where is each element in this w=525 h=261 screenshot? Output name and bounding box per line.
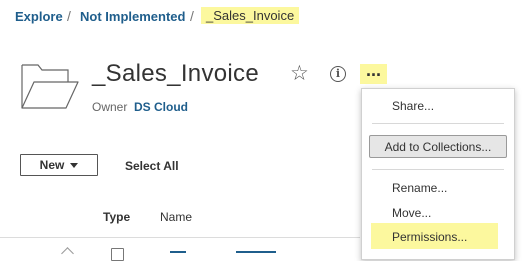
table-header-divider: [0, 237, 360, 238]
column-header-type[interactable]: Type: [103, 210, 130, 224]
menu-item-move[interactable]: Move...: [392, 206, 431, 220]
owner-label: Owner: [92, 100, 128, 114]
menu-divider: [372, 123, 504, 124]
menu-item-permissions[interactable]: Permissions...: [392, 230, 467, 244]
owner-link[interactable]: DS Cloud: [134, 100, 188, 114]
new-button-label: New: [39, 158, 65, 172]
page-title: _Sales_Invoice: [92, 60, 259, 87]
row-checkbox[interactable]: [111, 248, 124, 261]
breadcrumb-separator: /: [190, 8, 194, 24]
actions-menu: Share... Add to Collections... Rename...…: [361, 88, 515, 260]
info-icon[interactable]: i: [330, 66, 346, 82]
breadcrumb-not-implemented-link[interactable]: Not Implemented: [80, 9, 185, 24]
row-type-icon: [61, 247, 74, 260]
select-all-button[interactable]: Select All: [125, 159, 179, 173]
breadcrumb: Explore / Not Implemented / _Sales_Invoi…: [0, 0, 320, 34]
breadcrumb-explore-link[interactable]: Explore: [15, 9, 63, 24]
menu-item-share[interactable]: Share...: [392, 99, 434, 113]
menu-item-add-to-collections[interactable]: Add to Collections...: [369, 135, 507, 158]
caret-down-icon: [70, 162, 79, 168]
folder-icon: [21, 64, 79, 109]
favorite-star-icon[interactable]: ☆: [290, 63, 309, 84]
menu-item-rename[interactable]: Rename...: [392, 181, 447, 195]
breadcrumb-separator: /: [67, 8, 71, 24]
new-button[interactable]: New: [20, 154, 98, 176]
menu-divider: [372, 169, 504, 170]
breadcrumb-current: _Sales_Invoice: [201, 7, 300, 24]
column-header-name[interactable]: Name: [160, 210, 192, 224]
more-actions-button[interactable]: ...: [360, 61, 387, 84]
